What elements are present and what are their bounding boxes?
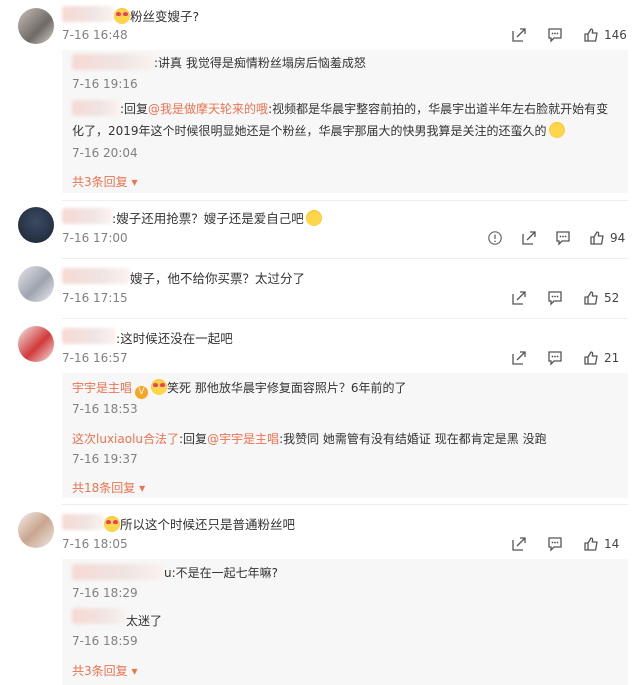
avatar[interactable] (18, 8, 54, 44)
comment-time: 7-16 16:48 (62, 28, 128, 42)
reply-text: :讲真 我觉得是痴情粉丝塌房后恼羞成怒 (154, 56, 366, 70)
comment-time: 7-16 16:57 (62, 351, 128, 365)
reply-text: :回复@我是做摩天轮来的哦:视频都是华晨宇整容前拍的，华晨宇出道半年左右脸就开始… (120, 102, 609, 116)
username-redacted (72, 54, 154, 70)
report-icon[interactable] (487, 230, 503, 246)
reply-time: 7-16 20:04 (72, 146, 138, 160)
mention-link[interactable]: @我是做摩天轮来的哦 (148, 102, 268, 116)
like-button[interactable]: 52 (583, 290, 619, 306)
like-button[interactable]: 94 (589, 230, 625, 246)
share-icon[interactable] (511, 290, 527, 306)
username-redacted (62, 6, 114, 22)
divider (62, 504, 628, 505)
username-redacted (72, 608, 126, 624)
like-count: 21 (604, 351, 620, 365)
like-button[interactable]: 14 (583, 536, 619, 552)
laughing-emoji-icon (548, 122, 565, 138)
more-replies-link[interactable]: 共18条回复 ▾ (72, 479, 145, 496)
chevron-down-icon: ▾ (139, 481, 146, 495)
avatar[interactable] (18, 207, 54, 243)
avatar[interactable] (18, 512, 54, 548)
reply-time: 7-16 19:37 (72, 452, 138, 466)
action-bar: 21 (511, 350, 619, 366)
reply-text: 宇宇是主唱 V 笑死 那他放华晨宇修复面容照片？6年前的了 (72, 379, 407, 399)
heart-eyes-emoji-icon (151, 379, 168, 395)
reply-text: 太迷了 (126, 614, 163, 628)
username-redacted (62, 514, 104, 530)
like-button[interactable]: 21 (583, 350, 619, 366)
comment-icon[interactable] (547, 536, 563, 552)
like-icon (584, 537, 598, 551)
reply-username[interactable]: 这次luxiaolu合法了 (72, 432, 179, 446)
comment-text: 粉丝变嫂子? (114, 6, 199, 25)
comment-icon[interactable] (547, 350, 563, 366)
divider (62, 200, 628, 201)
action-bar: 146 (511, 27, 627, 43)
comment-text: 嫂子，他不给你买票？太过分了 (130, 271, 306, 286)
comment-icon[interactable] (555, 230, 571, 246)
like-count: 52 (604, 291, 620, 305)
reply-text-continued: 化了，2019年这个时候很明显她还是个粉丝，华晨宇那届大的快男我算是关注的还蛮久… (72, 122, 565, 139)
more-replies-link[interactable]: 共3条回复 ▾ (72, 173, 138, 190)
like-icon (584, 351, 598, 365)
comment-time: 7-16 17:00 (62, 231, 128, 245)
verified-badge-icon: V (135, 386, 149, 399)
avatar[interactable] (18, 326, 54, 362)
divider (62, 258, 628, 259)
comment-icon[interactable] (547, 27, 563, 43)
share-icon[interactable] (511, 350, 527, 366)
comment-text: 所以这个时候还只是普通粉丝吧 (104, 514, 295, 533)
heart-eyes-emoji-icon (104, 516, 120, 532)
reply-time: 7-16 18:59 (72, 634, 138, 648)
blush-emoji-icon (305, 210, 322, 226)
comment-icon[interactable] (547, 290, 563, 306)
share-icon[interactable] (511, 27, 527, 43)
mention-link[interactable]: @宇宇是主唱 (207, 432, 279, 446)
comment-time: 7-16 18:05 (62, 537, 128, 551)
username-redacted (72, 564, 164, 580)
chevron-down-icon: ▾ (131, 664, 138, 678)
more-replies-link[interactable]: 共3条回复 ▾ (72, 662, 138, 679)
reply-text: u:不是在一起七年嘛? (164, 566, 279, 580)
avatar[interactable] (18, 266, 54, 302)
like-icon (584, 291, 598, 305)
chevron-down-icon: ▾ (131, 175, 138, 189)
like-count: 94 (610, 231, 626, 245)
reply-time: 7-16 18:29 (72, 586, 138, 600)
reply-username[interactable]: 宇宇是主唱 (72, 381, 132, 395)
like-count: 146 (604, 28, 627, 42)
username-redacted (72, 100, 120, 116)
reply-text: 这次luxiaolu合法了:回复@宇宇是主唱:我赞同 她需管有没有结婚证 现在都… (72, 432, 547, 446)
divider (62, 318, 628, 319)
username-redacted (62, 208, 112, 224)
comment-text: :这时候还没在一起吧 (116, 331, 233, 346)
username-redacted (62, 268, 130, 284)
like-count: 14 (604, 537, 620, 551)
like-icon (584, 28, 598, 42)
action-bar: 52 (511, 290, 619, 306)
action-bar: 94 (487, 230, 625, 246)
username-redacted (62, 328, 116, 344)
action-bar: 14 (511, 536, 619, 552)
reply-time: 7-16 18:53 (72, 402, 138, 416)
comment-text: :嫂子还用抢票？嫂子还是爱自己吧 (112, 208, 322, 227)
share-icon[interactable] (521, 230, 537, 246)
comment-time: 7-16 17:15 (62, 291, 128, 305)
reply-time: 7-16 19:16 (72, 77, 138, 91)
share-icon[interactable] (511, 536, 527, 552)
like-icon (590, 231, 604, 245)
heart-eyes-emoji-icon (114, 8, 130, 24)
like-button[interactable]: 146 (583, 27, 627, 43)
